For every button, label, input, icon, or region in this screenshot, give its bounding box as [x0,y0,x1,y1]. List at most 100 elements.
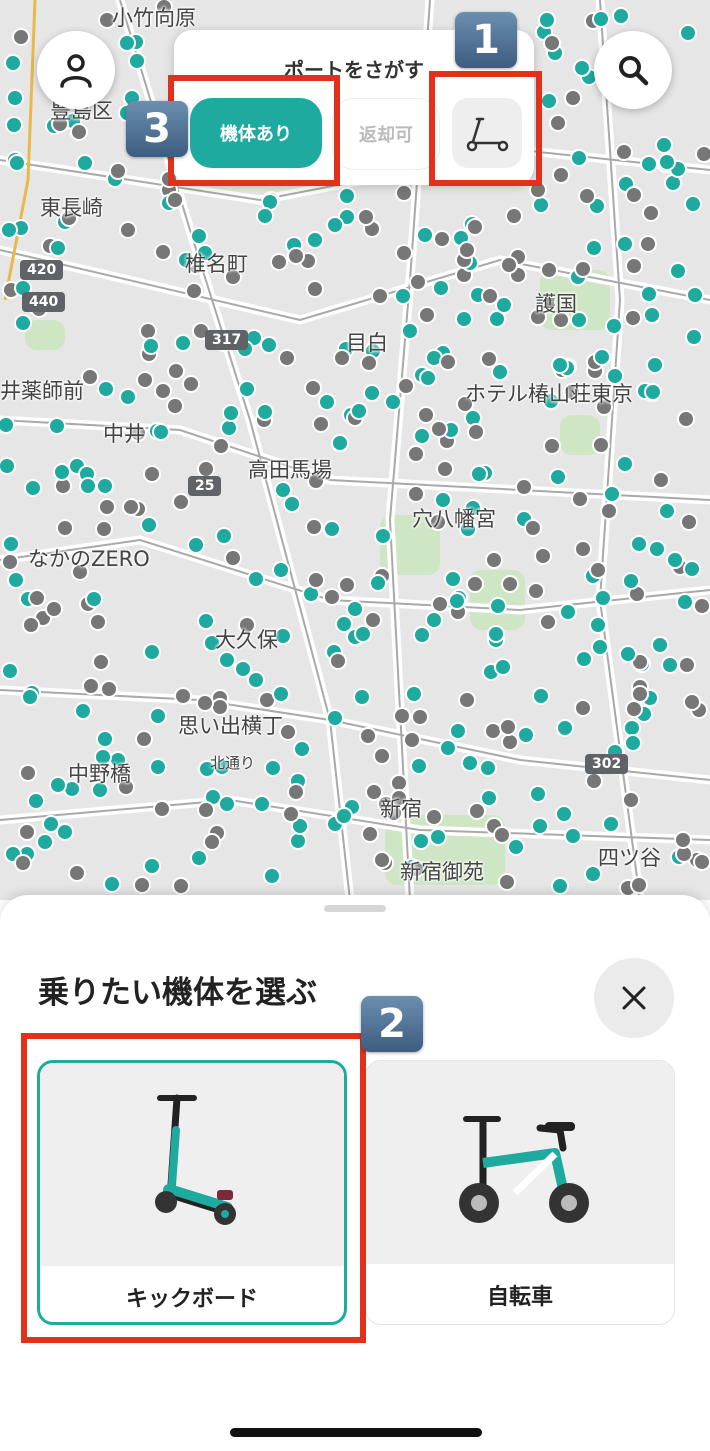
port-marker [470,465,488,483]
port-marker [684,195,702,213]
port-marker [624,734,642,752]
label-omoide-yokocho: 思い出横丁 [178,714,283,738]
port-marker [263,867,281,885]
port-marker [222,404,240,422]
port-marker [346,600,364,618]
port-marker [600,502,618,520]
close-button[interactable] [594,958,674,1038]
port-marker [655,136,673,154]
port-marker [234,660,252,678]
port-marker [5,116,23,134]
port-marker [439,353,457,371]
port-marker [374,527,392,545]
port-marker [220,419,238,437]
port-marker [693,853,710,871]
port-marker [564,89,582,107]
port-marker [152,423,170,441]
port-marker [282,805,300,823]
port-marker [540,92,558,110]
port-marker [326,709,344,727]
port-marker [648,540,666,558]
port-marker [405,685,423,703]
profile-button[interactable] [37,31,115,109]
port-marker [651,636,669,654]
port-marker [274,481,292,499]
label-arai-yakushimae: 井薬師前 [0,379,84,403]
port-marker [501,575,519,593]
returnable-chip[interactable]: 返却可 [332,98,440,170]
port-marker [461,754,479,772]
port-marker [95,520,113,538]
port-marker [493,826,511,844]
search-button[interactable] [594,31,672,109]
person-icon [60,54,92,88]
port-marker [24,479,42,497]
port-marker [407,445,425,463]
port-marker [605,317,623,335]
port-marker [350,402,368,420]
label-yotsuya: 四ツ谷 [598,846,661,870]
port-marker [190,227,208,245]
port-marker [646,356,664,374]
close-icon [622,986,646,1010]
port-marker [260,336,278,354]
port-marker [585,239,603,257]
port-marker [413,626,431,644]
port-marker [68,864,86,882]
port-marker [185,282,203,300]
port-marker [448,592,466,610]
port-marker [552,166,570,184]
port-marker [154,382,172,400]
port-marker [430,420,448,438]
port-marker [224,549,242,567]
port-marker [85,590,103,608]
port-marker [532,687,550,705]
port-marker [439,739,457,757]
port-marker [540,261,558,279]
port-marker [0,457,16,475]
port-marker [444,570,462,588]
port-marker [551,877,569,895]
port-marker [529,785,547,803]
port-marker [575,650,593,668]
port-marker [499,718,517,736]
port-marker [436,460,454,478]
port-marker [139,322,157,340]
port-marker [270,253,288,271]
port-marker [494,658,512,676]
port-marker [215,527,233,545]
port-marker [403,731,421,749]
port-marker [431,595,449,613]
port-marker [81,368,99,386]
port-marker [571,490,589,508]
port-marker [416,226,434,244]
port-marker [640,285,658,303]
port-marker [574,699,592,717]
label-okubo: 大久保 [215,628,278,652]
port-marker [573,59,591,77]
port-marker [136,371,154,389]
port-marker [484,722,502,740]
port-marker [14,314,32,332]
port-marker [166,191,184,209]
port-marker [658,153,676,171]
label-shinjuku-gyoen: 新宿御苑 [400,860,484,884]
port-marker [591,638,609,656]
port-marker [603,485,621,503]
port-marker [531,817,549,835]
sheet-drag-handle[interactable] [324,905,386,912]
port-marker [247,570,265,588]
port-marker [149,707,167,725]
port-marker [642,204,660,222]
highlight-available-chip [168,75,340,186]
port-marker [289,832,307,850]
port-marker [8,154,26,172]
port-marker [48,417,66,435]
port-marker [412,832,430,850]
port-marker [335,615,353,633]
bicycle-option[interactable]: 自転車 [365,1060,675,1325]
port-marker [306,231,324,249]
port-marker [306,280,324,298]
port-marker [369,574,387,592]
highlight-kickboard-option [21,1033,366,1343]
